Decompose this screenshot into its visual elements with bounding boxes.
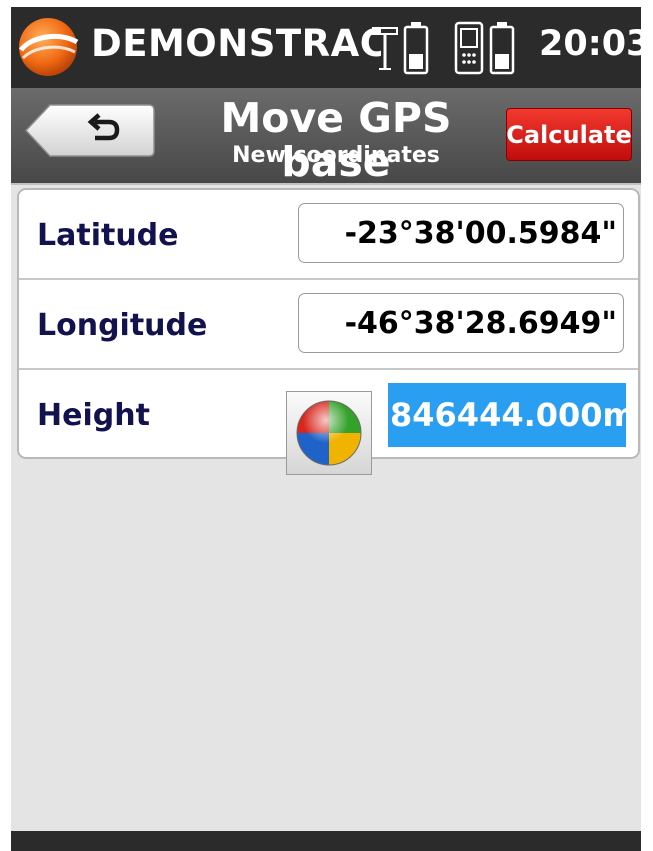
longitude-field[interactable]: -46°38'28.6949" (298, 293, 624, 353)
latitude-row: Latitude -23°38'00.5984" (19, 190, 638, 280)
height-label: Height (37, 398, 150, 433)
latitude-field[interactable]: -23°38'00.5984" (298, 203, 624, 263)
device-icon (454, 21, 484, 75)
back-button[interactable] (25, 104, 155, 157)
height-unit-button[interactable] (286, 391, 372, 475)
latitude-label: Latitude (37, 218, 179, 253)
battery-icon (403, 22, 429, 75)
status-bar: DEMONSTRAC/ 20:03 (11, 7, 641, 88)
height-field[interactable]: 846444.000m (388, 383, 626, 447)
app-name: DEMONSTRAC/ (91, 22, 381, 65)
calculate-button[interactable]: Calculate (506, 108, 632, 161)
clock: 20:03 (539, 24, 641, 64)
bottom-bar (11, 831, 641, 851)
app-logo-icon[interactable] (17, 16, 79, 78)
longitude-label: Longitude (37, 308, 208, 343)
title-bar: Move GPS base New coordinates Calculate (11, 88, 641, 185)
battery-icon (489, 22, 515, 75)
page-title: Move GPS base (220, 94, 452, 186)
app-frame: DEMONSTRAC/ 20:03 Move GPS base New coor… (11, 7, 641, 851)
gps-antenna-icon (372, 27, 398, 70)
page-subtitle: New coordinates (232, 143, 440, 168)
color-wheel-icon (296, 400, 362, 466)
longitude-row: Longitude -46°38'28.6949" (19, 280, 638, 370)
